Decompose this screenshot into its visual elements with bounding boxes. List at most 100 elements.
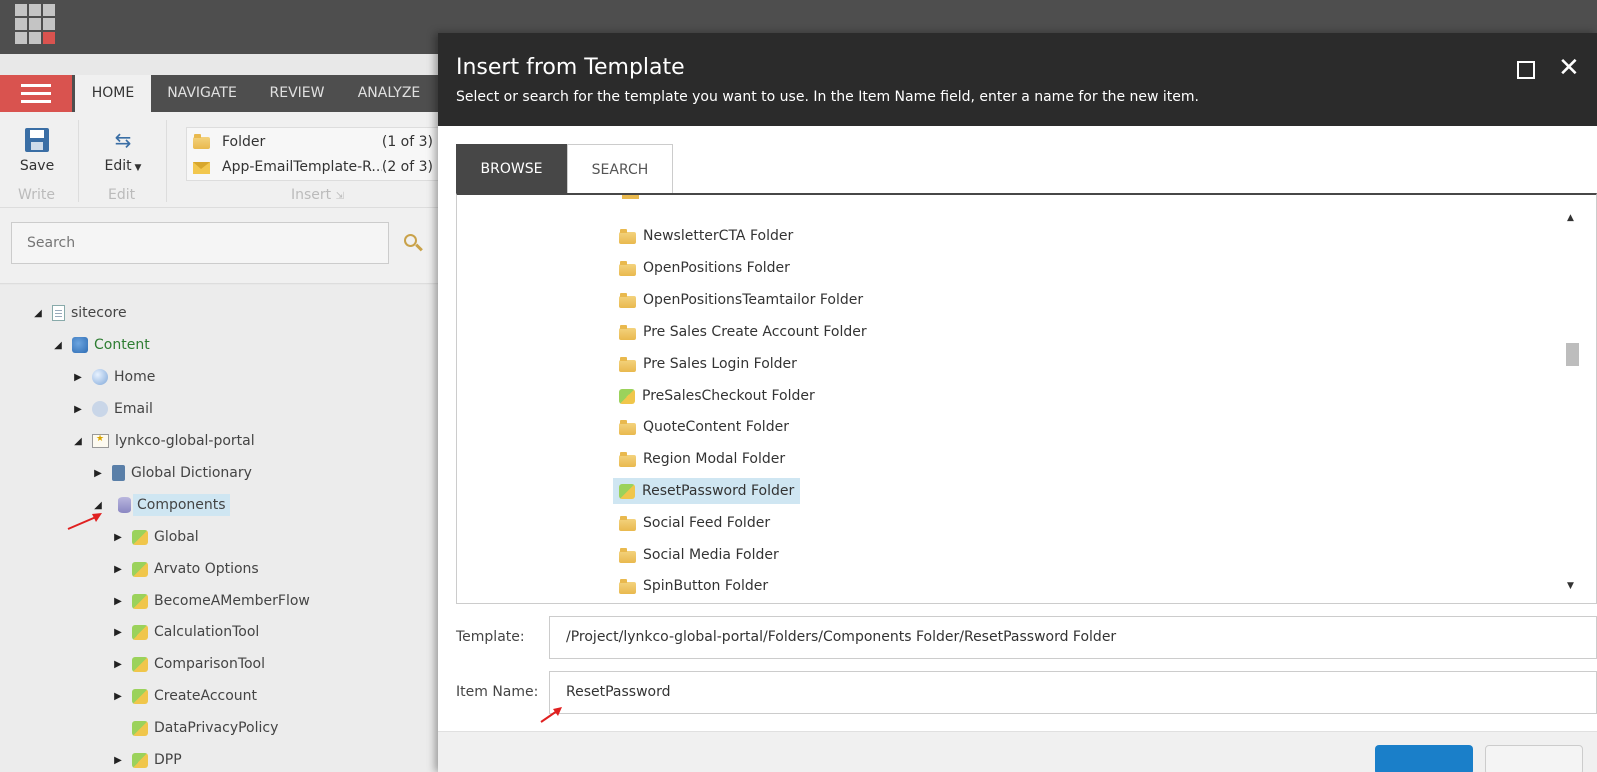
edit-button[interactable]: ⇆ Edit ▼ xyxy=(98,128,148,174)
expand-arrow-icon: ▶ xyxy=(114,626,122,638)
expand-arrow-icon: ▶ xyxy=(114,690,122,702)
folder-icon xyxy=(619,547,636,563)
template-item[interactable]: Social Feed Folder xyxy=(619,510,776,536)
folder-icon xyxy=(619,419,636,435)
template-path-field[interactable]: /Project/lynkco-global-portal/Folders/Co… xyxy=(549,616,1597,659)
tab-search[interactable]: SEARCH xyxy=(567,144,673,194)
save-button[interactable]: Save xyxy=(14,128,60,174)
tree-item-arvato-options[interactable]: ▶ Arvato Options xyxy=(113,555,259,583)
scrollbar-thumb xyxy=(1566,343,1579,366)
scroll-up-icon: ▲ xyxy=(1567,213,1574,223)
tree-item-content[interactable]: ◢ Content xyxy=(53,331,150,359)
collapse-arrow-icon: ◢ xyxy=(54,339,62,351)
folder-icon xyxy=(619,515,636,531)
menu-icon[interactable] xyxy=(0,75,72,112)
annotation-arrow-icon xyxy=(540,707,562,723)
tab-navigate[interactable]: NAVIGATE xyxy=(151,75,253,112)
ribbon: Save Write ⇆ Edit ▼ Edit Folder (1 of 3)… xyxy=(0,112,440,208)
folder-icon xyxy=(132,593,148,609)
template-item[interactable]: OpenPositionsTeamtailor Folder xyxy=(619,287,869,313)
folder-icon xyxy=(619,324,636,340)
search-icon[interactable] xyxy=(404,234,424,254)
book-icon xyxy=(112,465,125,481)
cancel-button[interactable] xyxy=(1485,745,1583,772)
dialog-footer xyxy=(438,731,1597,772)
dialog-header: Insert from Template Select or search fo… xyxy=(438,33,1597,126)
folder-icon xyxy=(132,561,148,577)
email-icon xyxy=(92,401,108,417)
save-icon xyxy=(25,128,49,152)
tree-item-lynkco-global-portal[interactable]: ◢lynkco-global-portal xyxy=(73,427,255,455)
search-area xyxy=(0,208,440,284)
content-tree: ◢sitecore ◢Content ▶Home ▶Email ◢lynkco-… xyxy=(0,285,440,772)
insert-option-folder[interactable]: Folder (1 of 3) xyxy=(193,129,439,154)
tree-item-createaccount[interactable]: ▶ CreateAccount xyxy=(113,682,257,710)
expand-arrow-icon: ▶ xyxy=(74,403,82,415)
edit-group-label: Edit xyxy=(108,187,136,203)
template-item[interactable]: Pre Sales Create Account Folder xyxy=(619,319,873,345)
folder-icon xyxy=(619,228,636,244)
folder-icon xyxy=(132,688,148,704)
tab-review[interactable]: REVIEW xyxy=(253,75,341,112)
app-launcher-icon[interactable] xyxy=(15,4,55,44)
expand-arrow-icon: ▶ xyxy=(114,754,122,766)
tab-analyze[interactable]: ANALYZE xyxy=(341,75,437,112)
tree-item-email[interactable]: ▶ Email xyxy=(73,395,153,423)
tree-item-dataprivacypolicy[interactable]: DataPrivacyPolicy xyxy=(113,714,278,742)
template-item[interactable]: NewsletterCTA Folder xyxy=(619,223,799,249)
template-item[interactable]: PreSalesCheckout Folder xyxy=(619,383,821,409)
folder-icon xyxy=(619,260,636,276)
collapse-arrow-icon: ◢ xyxy=(74,435,82,447)
insert-option-email-template[interactable]: App-EmailTemplate-R... (2 of 3) xyxy=(193,154,439,179)
tree-item-dpp[interactable]: ▶ DPP xyxy=(113,746,182,772)
maximize-icon[interactable] xyxy=(1517,61,1535,79)
template-item[interactable]: Social Media Folder xyxy=(619,542,785,568)
database-icon xyxy=(118,497,131,513)
content-icon xyxy=(72,337,88,353)
collapse-arrow-icon: ◢ xyxy=(34,307,42,319)
search-input[interactable] xyxy=(11,222,389,264)
template-item[interactable]: Pre Sales Login Folder xyxy=(619,351,803,377)
tree-item-global-dictionary[interactable]: ▶ Global Dictionary xyxy=(93,459,252,487)
folder-icon xyxy=(619,292,636,308)
tree-item-global[interactable]: ▶ Global xyxy=(113,523,199,551)
template-item-selected[interactable]: ResetPassword Folder xyxy=(613,478,801,504)
template-item[interactable]: Region Modal Folder xyxy=(619,446,791,472)
folder-icon xyxy=(619,356,636,372)
scrollbar[interactable]: ▲ ▼ xyxy=(1563,213,1581,591)
template-item[interactable]: OpenPositions Folder xyxy=(619,255,796,281)
folder-icon xyxy=(132,624,148,640)
expand-arrow-icon: ▶ xyxy=(94,467,102,479)
dialog-title: Insert from Template xyxy=(456,55,685,80)
template-item[interactable]: QuoteContent Folder xyxy=(619,414,795,440)
envelope-icon xyxy=(193,162,210,174)
scroll-down-icon: ▼ xyxy=(1567,581,1574,591)
annotation-arrow-icon xyxy=(67,513,102,530)
ok-button[interactable] xyxy=(1375,745,1473,772)
template-list: NewsletterCTA Folder OpenPositions Folde… xyxy=(456,193,1597,604)
template-item[interactable]: SpinButton Folder xyxy=(619,573,774,599)
tree-item-home[interactable]: ▶ Home xyxy=(73,363,155,391)
folder-icon xyxy=(622,195,639,199)
tree-item-comparisontool[interactable]: ▶ ComparisonTool xyxy=(113,650,265,678)
item-name-field[interactable]: ResetPassword xyxy=(549,671,1597,714)
tab-browse[interactable]: BROWSE xyxy=(456,144,567,194)
tab-home[interactable]: HOME xyxy=(75,75,151,112)
folder-icon xyxy=(132,720,148,736)
close-icon[interactable]: ✕ xyxy=(1558,55,1580,81)
ribbon-tabs: HOME NAVIGATE REVIEW ANALYZE xyxy=(72,75,452,112)
tree-item-becomeamemberflow[interactable]: ▶ BecomeAMemberFlow xyxy=(113,587,310,615)
expand-icon: ⇲ xyxy=(335,191,344,202)
folder-icon xyxy=(132,656,148,672)
expand-arrow-icon: ▶ xyxy=(114,563,122,575)
tree-item-calculationtool[interactable]: ▶ CalculationTool xyxy=(113,618,259,646)
site-icon xyxy=(92,434,109,448)
folder-icon xyxy=(132,752,148,768)
expand-arrow-icon: ▶ xyxy=(114,658,122,670)
tree-item-sitecore[interactable]: ◢ sitecore xyxy=(33,299,127,327)
folder-icon xyxy=(132,529,148,545)
tree-item-components[interactable]: ◢ Components xyxy=(93,491,230,519)
folder-icon xyxy=(619,451,636,467)
folder-icon xyxy=(193,134,210,149)
insert-group-label: Insert ⇲ xyxy=(291,187,344,203)
